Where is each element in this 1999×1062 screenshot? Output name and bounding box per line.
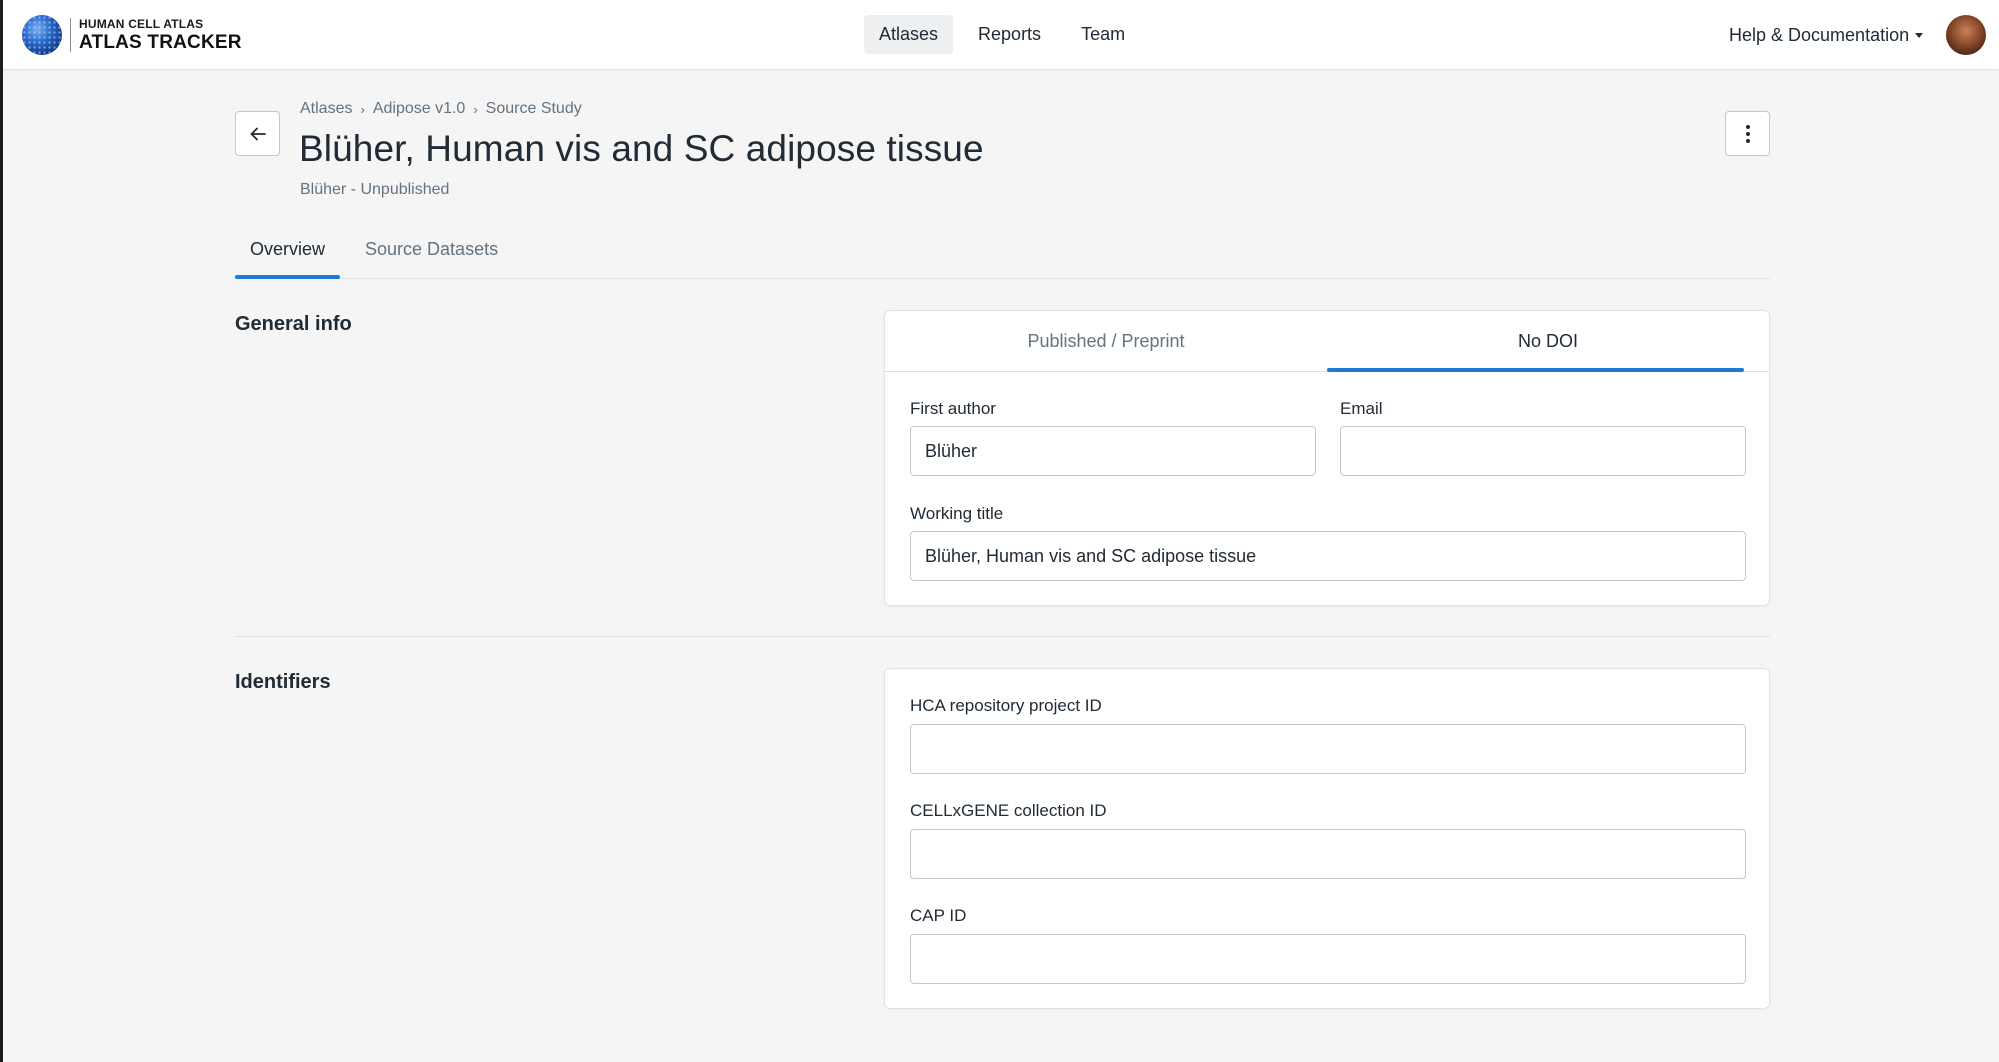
nav-atlases[interactable]: Atlases (864, 15, 954, 54)
more-vertical-icon (1745, 124, 1750, 129)
general-info-card: Published / Preprint No DOI First author… (884, 310, 1770, 606)
logo-small-text: HUMAN CELL ATLAS (79, 17, 204, 31)
logo-text: HUMAN CELL ATLAS ATLAS TRACKER (79, 18, 242, 52)
chevron-right-icon: › (360, 101, 365, 117)
doi-tabs: Published / Preprint No DOI (885, 311, 1769, 372)
page-subtitle: Blüher - Unpublished (300, 181, 450, 198)
atlas-tracker-logo[interactable]: HUMAN CELL ATLAS ATLAS TRACKER (22, 14, 242, 56)
cap-id-field[interactable] (910, 934, 1746, 984)
identifiers-card: HCA repository project ID CELLxGENE coll… (884, 668, 1770, 1009)
caret-down-icon (1915, 33, 1924, 38)
nav-reports[interactable]: Reports (963, 15, 1056, 54)
more-vertical-icon-dot (1745, 131, 1750, 136)
arrow-left-icon (250, 127, 266, 140)
cellxgene-collection-id-field[interactable] (910, 829, 1746, 879)
general-info-title: General info (235, 313, 352, 335)
logo-divider (70, 18, 71, 52)
cellxgene-collection-id-label: CELLxGENE collection ID (910, 801, 1107, 820)
back-button[interactable] (235, 111, 280, 156)
hca-globe-icon (22, 15, 62, 55)
working-title-label: Working title (910, 504, 1004, 523)
tab-source-datasets[interactable]: Source Datasets (350, 229, 513, 278)
section-divider (235, 636, 1770, 637)
breadcrumb-atlases[interactable]: Atlases (300, 100, 352, 118)
cap-id-label: CAP ID (910, 906, 967, 925)
breadcrumb-source-study: Source Study (485, 100, 582, 117)
first-author-field[interactable] (910, 426, 1316, 476)
nav-team[interactable]: Team (1066, 15, 1140, 54)
tab-published-preprint[interactable]: Published / Preprint (885, 311, 1327, 371)
page-tabs: Overview Source Datasets (235, 229, 1770, 279)
tab-overview[interactable]: Overview (235, 229, 341, 279)
working-title-field[interactable] (910, 531, 1746, 581)
first-author-label: First author (910, 399, 996, 418)
more-vertical-icon-dot (1745, 138, 1750, 143)
hca-project-id-label: HCA repository project ID (910, 696, 1102, 715)
hca-project-id-field[interactable] (910, 724, 1746, 774)
help-documentation-label: Help & Documentation (1729, 25, 1910, 45)
top-navigation-bar: HUMAN CELL ATLAS ATLAS TRACKER Atlases R… (3, 0, 1999, 70)
logo-big-text: ATLAS TRACKER (79, 32, 242, 53)
breadcrumb: Atlases › Adipose v1.0 › Source Study (300, 100, 582, 118)
breadcrumb-adipose[interactable]: Adipose v1.0 (373, 100, 466, 118)
window-edge (0, 0, 3, 1062)
page-title: Blüher, Human vis and SC adipose tissue (299, 128, 984, 169)
email-label: Email (1340, 399, 1383, 418)
chevron-right-icon: › (473, 101, 478, 117)
identifiers-title: Identifiers (235, 671, 331, 693)
user-avatar[interactable] (1946, 15, 1986, 55)
email-field[interactable] (1340, 426, 1746, 476)
tab-no-doi[interactable]: No DOI (1327, 311, 1769, 372)
main-nav: Atlases Reports Team (864, 15, 1140, 54)
more-options-button[interactable] (1725, 111, 1770, 156)
help-documentation-menu[interactable]: Help & Documentation (1729, 25, 1924, 46)
